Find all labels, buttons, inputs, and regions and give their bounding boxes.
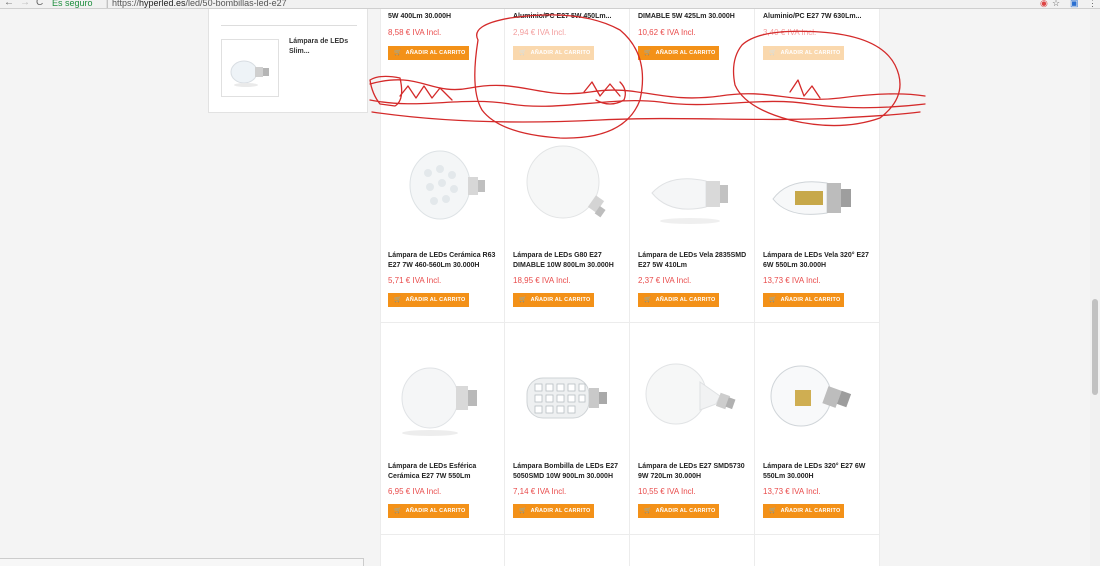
product-price: 3,40 € IVA Incl. (763, 28, 817, 37)
add-to-cart-button[interactable]: 🛒 AÑADIR AL CARRITO (388, 293, 469, 307)
add-to-cart-button[interactable]: 🛒 AÑADIR AL CARRITO (513, 293, 594, 307)
grid-line (504, 9, 505, 566)
product-grid (380, 9, 880, 566)
add-to-cart-label: AÑADIR AL CARRITO (655, 297, 716, 303)
separator: | (106, 0, 109, 8)
product-price: 6,95 € IVA Incl. (388, 487, 442, 496)
add-to-cart-button[interactable]: 🛒 AÑADIR AL CARRITO (763, 504, 844, 518)
add-to-cart-label: AÑADIR AL CARRITO (655, 50, 716, 56)
product-thumbnail[interactable] (221, 39, 279, 97)
product-price: 10,62 € IVA Incl. (638, 28, 696, 37)
product-title[interactable]: Lámpara de LEDs Esférica Cerámica E27 7W… (388, 462, 500, 482)
url-path: /led/50-bombillas-led-e27 (185, 0, 287, 8)
bulb-g80-image[interactable] (505, 125, 630, 240)
add-to-cart-label: AÑADIR AL CARRITO (780, 297, 841, 303)
product-title[interactable]: Lámpara Bombilla de LEDs E27 5050SMD 10W… (513, 462, 625, 482)
product-price: 10,55 € IVA Incl. (638, 487, 696, 496)
product-title[interactable]: DIMABLE 5W 425Lm 30.000H (638, 12, 750, 22)
divider (221, 25, 357, 26)
product-title[interactable]: Lámpara de LEDs Cerámica R63 E27 7W 460-… (388, 251, 500, 271)
extension-icon-2[interactable]: ▣ (1070, 0, 1079, 8)
cart-icon: 🛒 (394, 50, 402, 56)
back-arrow-icon[interactable]: ← (4, 0, 14, 8)
cart-icon: 🛒 (769, 297, 777, 303)
cart-icon: 🛒 (394, 508, 402, 514)
product-price: 18,95 € IVA Incl. (513, 276, 571, 285)
grid-line (380, 9, 381, 566)
add-to-cart-button[interactable]: 🛒 AÑADIR AL CARRITO (388, 46, 469, 60)
product-title[interactable]: Lámpara de LEDs G80 E27 DIMABLE 10W 800L… (513, 251, 625, 271)
extension-icon[interactable]: ◉ (1040, 0, 1048, 8)
product-title[interactable]: Lámpara de LEDs Vela 320° E27 6W 550Lm 3… (763, 251, 875, 271)
bulb-corn-image[interactable] (505, 338, 630, 453)
product-title[interactable]: 5W 400Lm 30.000H (388, 12, 500, 22)
product-price: 2,37 € IVA Incl. (638, 276, 692, 285)
product-price: 7,14 € IVA Incl. (513, 487, 567, 496)
add-to-cart-label: AÑADIR AL CARRITO (530, 50, 591, 56)
cart-icon: 🛒 (644, 50, 652, 56)
add-to-cart-label: AÑADIR AL CARRITO (780, 508, 841, 514)
grid-line (380, 534, 880, 535)
product-price: 13,73 € IVA Incl. (763, 487, 821, 496)
scrollbar-thumb[interactable] (1092, 299, 1098, 395)
product-price: 2,94 € IVA Incl. (513, 28, 567, 37)
bookmark-star-icon[interactable]: ☆ (1052, 0, 1060, 8)
forward-arrow-icon[interactable]: → (20, 0, 30, 8)
bulb-r63-image[interactable] (380, 125, 505, 240)
grid-line (629, 9, 630, 566)
cart-icon: 🛒 (769, 50, 777, 56)
cart-icon: 🛒 (394, 297, 402, 303)
sidebar-product-card[interactable]: Lámpara de LEDs Slim... (208, 9, 368, 113)
sidebar-product-name[interactable]: Lámpara de LEDs Slim... (289, 37, 363, 57)
add-to-cart-button[interactable]: 🛒 AÑADIR AL CARRITO (513, 504, 594, 518)
add-to-cart-button[interactable]: 🛒 AÑADIR AL CARRITO (763, 293, 844, 307)
cart-icon: 🛒 (769, 508, 777, 514)
product-price: 13,73 € IVA Incl. (763, 276, 821, 285)
bulb-320-image[interactable] (755, 338, 880, 453)
add-to-cart-button[interactable]: 🛒 AÑADIR AL CARRITO (513, 46, 594, 60)
add-to-cart-button[interactable]: 🛒 AÑADIR AL CARRITO (638, 293, 719, 307)
product-price: 5,71 € IVA Incl. (388, 276, 442, 285)
browser-toolbar: ← → C Es seguro | https://hyperled.es/le… (0, 0, 1100, 9)
add-to-cart-button[interactable]: 🛒 AÑADIR AL CARRITO (638, 46, 719, 60)
cart-icon: 🛒 (644, 297, 652, 303)
bulb-candle-320-image[interactable] (755, 125, 880, 240)
grid-line (754, 9, 755, 566)
add-to-cart-button[interactable]: 🛒 AÑADIR AL CARRITO (638, 504, 719, 518)
status-bar (0, 558, 364, 566)
bulb-a60-image[interactable] (630, 338, 755, 453)
add-to-cart-label: AÑADIR AL CARRITO (405, 297, 466, 303)
menu-kebab-icon[interactable]: ⋮ (1088, 0, 1097, 8)
url-prefix: https:// (112, 0, 140, 8)
bulb-candle-image[interactable] (630, 125, 755, 240)
add-to-cart-label: AÑADIR AL CARRITO (780, 50, 841, 56)
cart-icon: 🛒 (519, 508, 527, 514)
secure-label: Es seguro (52, 0, 93, 8)
add-to-cart-label: AÑADIR AL CARRITO (530, 508, 591, 514)
address-bar[interactable]: https://hyperled.es/led/50-bombillas-led… (112, 0, 287, 8)
add-to-cart-button[interactable]: 🛒 AÑADIR AL CARRITO (388, 504, 469, 518)
cart-icon: 🛒 (519, 50, 527, 56)
url-domain: hyperled.es (139, 0, 186, 8)
product-price: 8,58 € IVA Incl. (388, 28, 442, 37)
add-to-cart-button[interactable]: 🛒 AÑADIR AL CARRITO (763, 46, 844, 60)
cart-icon: 🛒 (519, 297, 527, 303)
reload-icon[interactable]: C (36, 0, 43, 8)
bulb-image (230, 60, 269, 87)
add-to-cart-label: AÑADIR AL CARRITO (530, 297, 591, 303)
cart-icon: 🛒 (644, 508, 652, 514)
grid-line (879, 9, 880, 566)
product-title[interactable]: Lámpara de LEDs Vela 2835SMD E27 5W 410L… (638, 251, 750, 271)
product-title[interactable]: Aluminio/PC E27 7W 630Lm... (763, 12, 875, 22)
add-to-cart-label: AÑADIR AL CARRITO (405, 508, 466, 514)
bulb-spherical-image[interactable] (380, 338, 505, 453)
product-title[interactable]: Lámpara de LEDs E27 SMD5730 9W 720Lm 30.… (638, 462, 750, 482)
vertical-scrollbar[interactable] (1090, 9, 1100, 566)
product-title[interactable]: Aluminio/PC E27 5W 450Lm... (513, 12, 625, 22)
grid-line (380, 322, 880, 323)
add-to-cart-label: AÑADIR AL CARRITO (405, 50, 466, 56)
add-to-cart-label: AÑADIR AL CARRITO (655, 508, 716, 514)
product-title[interactable]: Lámpara de LEDs 320° E27 6W 550Lm 30.000… (763, 462, 875, 482)
